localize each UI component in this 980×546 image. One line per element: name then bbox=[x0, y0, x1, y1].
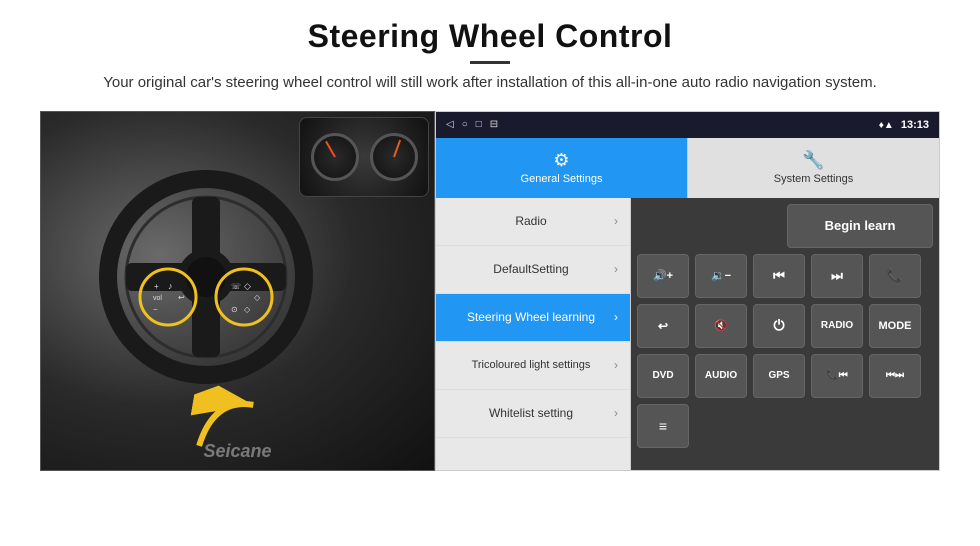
clock: 13:13 bbox=[901, 119, 929, 131]
svg-text:◇: ◇ bbox=[244, 305, 251, 314]
vol-up-icon: 🔊+ bbox=[653, 269, 673, 282]
menu-icon: ⊟ bbox=[490, 119, 498, 130]
system-icon: 🔧 bbox=[802, 150, 824, 171]
tab-general-settings[interactable]: ⚙ General Settings bbox=[436, 138, 687, 198]
menu-item-radio[interactable]: Radio › bbox=[436, 198, 630, 246]
title-divider bbox=[470, 61, 510, 64]
phone-icon: 📞 bbox=[887, 268, 903, 284]
chevron-steering: › bbox=[614, 310, 618, 324]
chevron-tricolour: › bbox=[614, 358, 618, 372]
page-subtitle: Your original car's steering wheel contr… bbox=[100, 72, 880, 95]
chevron-default: › bbox=[614, 262, 618, 276]
gauge-left bbox=[311, 133, 359, 181]
hang-up-button[interactable]: ↩ bbox=[637, 304, 689, 348]
prev-icon: ⏮ bbox=[773, 268, 785, 284]
status-right-area: ♦▲ 13:13 bbox=[879, 119, 929, 131]
prev-track-button[interactable]: ⏮ bbox=[753, 254, 805, 298]
gauge-needle-right bbox=[393, 139, 401, 157]
control-row-4: ≡ bbox=[637, 404, 933, 448]
next-icon: ⏭ bbox=[831, 268, 843, 284]
mode-button[interactable]: MODE bbox=[869, 304, 921, 348]
main-content: Radio › DefaultSetting › Steering Wheel … bbox=[436, 198, 939, 470]
radio-button[interactable]: RADIO bbox=[811, 304, 863, 348]
menu-default-label: DefaultSetting bbox=[448, 262, 614, 276]
svg-text:−: − bbox=[153, 305, 158, 314]
control-row-top: Begin learn bbox=[637, 204, 933, 248]
hang-up-icon: ↩ bbox=[658, 319, 668, 333]
title-section: Steering Wheel Control Your original car… bbox=[40, 18, 940, 95]
svg-text:⊙: ⊙ bbox=[231, 305, 238, 314]
tab-system-label: System Settings bbox=[774, 173, 853, 185]
menu-tricolour-label: Tricoloured light settings bbox=[448, 358, 614, 372]
dashboard-gauges bbox=[299, 117, 429, 197]
chevron-whitelist: › bbox=[614, 406, 618, 420]
car-background: + vol − ♪ ↩ ☏ ◇ ◇ ⊙ ◇ bbox=[41, 112, 434, 470]
wifi-icon: ♦▲ bbox=[879, 120, 894, 131]
menu-whitelist-label: Whitelist setting bbox=[448, 406, 614, 420]
menu-item-tricolour[interactable]: Tricoloured light settings › bbox=[436, 342, 630, 390]
tab-general-label: General Settings bbox=[521, 173, 603, 185]
mute-icon: 🔇 bbox=[714, 319, 728, 332]
audio-label: AUDIO bbox=[705, 370, 737, 381]
vol-down-button[interactable]: 🔉− bbox=[695, 254, 747, 298]
empty-space bbox=[637, 204, 781, 248]
svg-text:◇: ◇ bbox=[254, 293, 261, 302]
content-area: + vol − ♪ ↩ ☏ ◇ ◇ ⊙ ◇ bbox=[40, 111, 940, 471]
page-title: Steering Wheel Control bbox=[40, 18, 940, 55]
phone-prev-button[interactable]: 📞⏮ bbox=[811, 354, 863, 398]
mode-label: MODE bbox=[879, 320, 912, 332]
list-button[interactable]: ≡ bbox=[637, 404, 689, 448]
back-icon: ◁ bbox=[446, 119, 454, 130]
vol-up-button[interactable]: 🔊+ bbox=[637, 254, 689, 298]
skip-button[interactable]: ⏮⏭ bbox=[869, 354, 921, 398]
gauge-needle-left bbox=[325, 140, 336, 157]
dvd-label: DVD bbox=[652, 370, 673, 381]
menu-radio-label: Radio bbox=[448, 214, 614, 228]
menu-item-whitelist[interactable]: Whitelist setting › bbox=[436, 390, 630, 438]
audio-button[interactable]: AUDIO bbox=[695, 354, 747, 398]
phone-prev-icon: 📞⏮ bbox=[826, 370, 847, 381]
power-button[interactable]: ⏻ bbox=[753, 304, 805, 348]
gps-label: GPS bbox=[768, 370, 789, 381]
tab-system-settings[interactable]: 🔧 System Settings bbox=[687, 138, 939, 198]
skip-icon: ⏮⏭ bbox=[886, 370, 904, 381]
svg-text:◇: ◇ bbox=[244, 281, 251, 291]
dvd-button[interactable]: DVD bbox=[637, 354, 689, 398]
next-track-button[interactable]: ⏭ bbox=[811, 254, 863, 298]
watermark-text: Seicane bbox=[203, 441, 271, 462]
svg-text:↩: ↩ bbox=[178, 293, 185, 302]
svg-text:+: + bbox=[154, 282, 159, 291]
control-panel: Begin learn 🔊+ 🔉− ⏮ bbox=[631, 198, 939, 470]
svg-text:♪: ♪ bbox=[168, 281, 173, 291]
vol-down-icon: 🔉− bbox=[711, 269, 731, 282]
menu-steering-label: Steering Wheel learning bbox=[448, 310, 614, 324]
page-container: Steering Wheel Control Your original car… bbox=[0, 0, 980, 546]
power-icon: ⏻ bbox=[773, 317, 784, 334]
mute-button[interactable]: 🔇 bbox=[695, 304, 747, 348]
gear-icon: ⚙ bbox=[553, 150, 569, 171]
status-nav-icons: ◁ ○ □ ⊟ bbox=[446, 119, 498, 130]
control-row-2: ↩ 🔇 ⏻ RADIO MODE bbox=[637, 304, 933, 348]
gps-button[interactable]: GPS bbox=[753, 354, 805, 398]
begin-learn-button[interactable]: Begin learn bbox=[787, 204, 933, 248]
control-row-3: DVD AUDIO GPS 📞⏮ ⏮⏭ bbox=[637, 354, 933, 398]
list-icon: ≡ bbox=[659, 418, 667, 434]
svg-text:☏: ☏ bbox=[231, 282, 241, 291]
home-icon: ○ bbox=[462, 119, 468, 130]
android-panel: ◁ ○ □ ⊟ ♦▲ 13:13 ⚙ General Settings 🔧 bbox=[435, 111, 940, 471]
status-bar: ◁ ○ □ ⊟ ♦▲ 13:13 bbox=[436, 112, 939, 138]
top-tabs: ⚙ General Settings 🔧 System Settings bbox=[436, 138, 939, 198]
gauge-right bbox=[370, 133, 418, 181]
car-image-panel: + vol − ♪ ↩ ☏ ◇ ◇ ⊙ ◇ bbox=[40, 111, 435, 471]
chevron-radio: › bbox=[614, 214, 618, 228]
recents-icon: □ bbox=[476, 119, 482, 130]
svg-text:vol: vol bbox=[153, 295, 162, 302]
menu-item-default[interactable]: DefaultSetting › bbox=[436, 246, 630, 294]
control-row-1: 🔊+ 🔉− ⏮ ⏭ 📞 bbox=[637, 254, 933, 298]
steering-wheel-svg: + vol − ♪ ↩ ☏ ◇ ◇ ⊙ ◇ bbox=[96, 167, 316, 387]
radio-label: RADIO bbox=[821, 320, 853, 331]
phone-button[interactable]: 📞 bbox=[869, 254, 921, 298]
menu-item-steering[interactable]: Steering Wheel learning › bbox=[436, 294, 630, 342]
menu-list: Radio › DefaultSetting › Steering Wheel … bbox=[436, 198, 631, 470]
